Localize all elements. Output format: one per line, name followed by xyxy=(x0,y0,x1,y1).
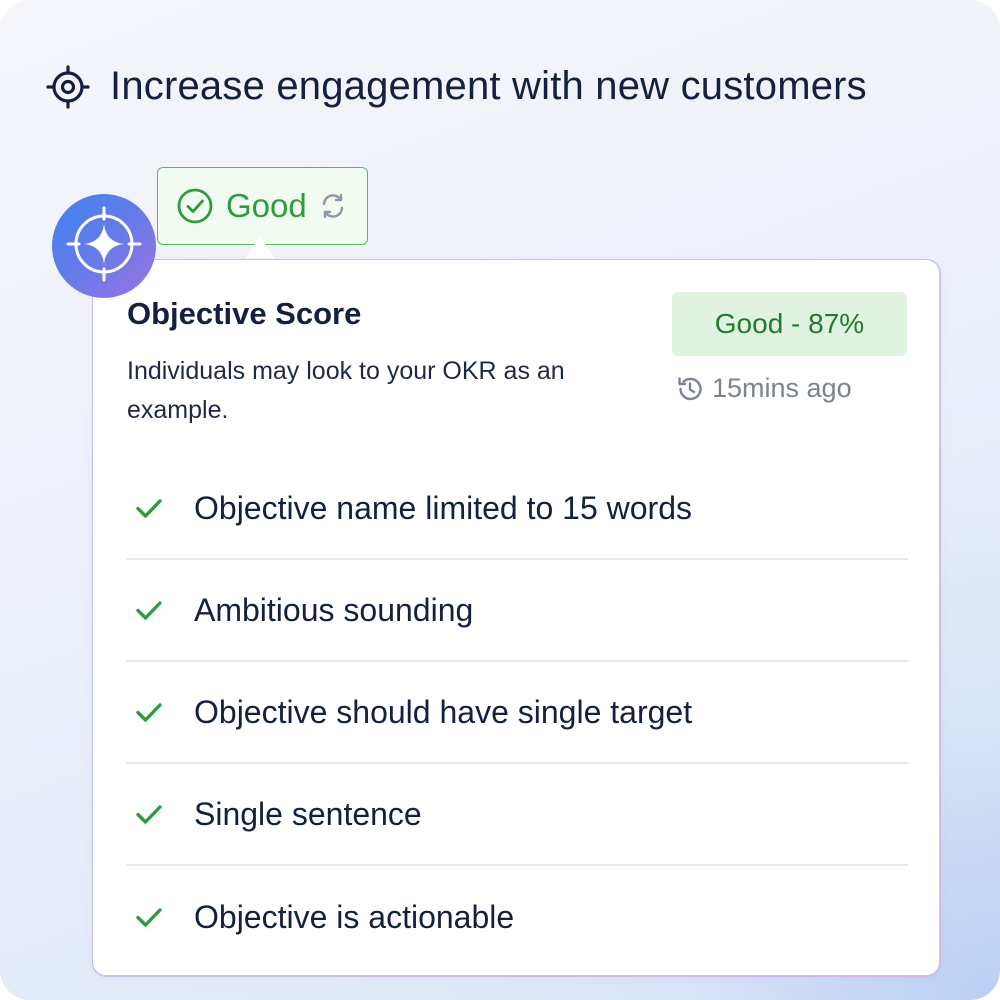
card-title: Objective Score xyxy=(127,296,362,331)
criteria-text: Single sentence xyxy=(194,795,422,832)
sparkle-icon xyxy=(66,206,142,287)
criteria-item: Single sentence xyxy=(126,764,908,866)
checkmark-icon xyxy=(134,595,164,625)
objective-header: Increase engagement with new customers xyxy=(46,64,867,109)
checkmark-icon xyxy=(134,493,164,523)
refresh-icon[interactable] xyxy=(319,192,347,220)
criteria-text: Objective should have single target xyxy=(194,693,693,730)
checkmark-icon xyxy=(134,799,164,829)
history-icon xyxy=(676,375,704,403)
criteria-list: Objective name limited to 15 words Ambit… xyxy=(126,458,908,968)
criteria-text: Objective is actionable xyxy=(194,898,515,935)
target-icon xyxy=(46,64,90,109)
checkmark-icon xyxy=(134,902,164,932)
criteria-item: Objective is actionable xyxy=(126,866,908,968)
criteria-item: Objective should have single target xyxy=(126,662,908,764)
card-description: Individuals may look to your OKR as an e… xyxy=(127,357,565,424)
criteria-text: Objective name limited to 15 words xyxy=(194,489,692,526)
objective-title: Increase engagement with new customers xyxy=(110,64,867,108)
ai-badge xyxy=(52,194,156,298)
criteria-item: Objective name limited to 15 words xyxy=(126,458,908,560)
updated-time-label: 15mins ago xyxy=(712,373,852,403)
check-circle-icon xyxy=(176,187,214,225)
chip-pointer xyxy=(246,236,274,258)
okr-canvas: Increase engagement with new customers G… xyxy=(0,0,1000,1000)
criteria-item: Ambitious sounding xyxy=(126,560,908,662)
checkmark-icon xyxy=(134,697,164,727)
status-chip-label: Good xyxy=(226,187,307,224)
updated-time: 15mins ago xyxy=(676,373,852,404)
status-chip[interactable]: Good xyxy=(157,167,368,245)
objective-score-card: Objective Score Individuals may look to … xyxy=(92,259,940,976)
criteria-text: Ambitious sounding xyxy=(194,591,474,628)
score-badge: Good - 87% xyxy=(672,292,907,356)
